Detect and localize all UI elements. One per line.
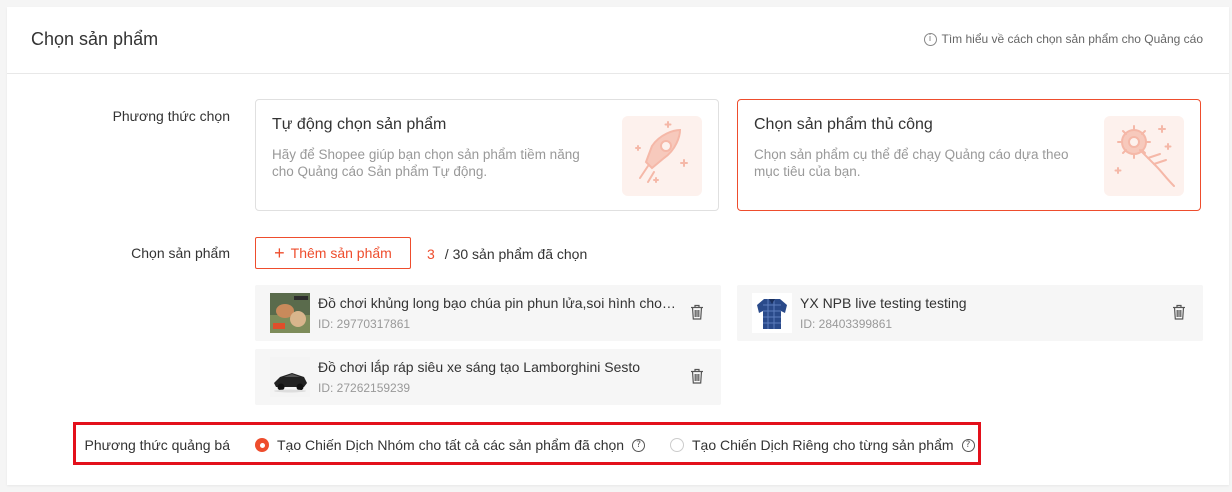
- product-id: ID: 29770317861: [318, 317, 411, 331]
- manual-select-option[interactable]: Chọn sản phẩm thủ công Chọn sản phẩm cụ …: [737, 99, 1201, 211]
- product-thumbnail: [270, 293, 310, 333]
- product-id: ID: 27262159239: [318, 381, 411, 395]
- product-item: Đồ chơi khủng long bạo chúa pin phun lửa…: [255, 285, 721, 341]
- selected-count: 3 / 30 sản phẩm đã chọn: [427, 246, 587, 262]
- manual-select-description: Chọn sản phẩm cụ thể để chạy Quảng cáo d…: [754, 147, 1069, 179]
- radio-selected[interactable]: [255, 438, 269, 452]
- gear-hand-icon: [1104, 116, 1184, 196]
- manual-select-title: Chọn sản phẩm thủ công: [754, 116, 933, 133]
- product-thumbnail: [270, 357, 310, 397]
- product-id: ID: 28403399861: [800, 317, 893, 331]
- question-icon[interactable]: ?: [632, 438, 646, 452]
- product-name: Đồ chơi lắp ráp siêu xe sáng tạo Lamborg…: [318, 359, 641, 375]
- product-name: YX NPB live testing testing: [800, 295, 967, 311]
- individual-campaign-label: Tạo Chiến Dịch Riêng cho từng sản phẩm: [692, 437, 954, 453]
- delete-icon[interactable]: [1172, 304, 1186, 320]
- individual-campaign-option[interactable]: Tạo Chiến Dịch Riêng cho từng sản phẩm ?: [670, 437, 975, 453]
- help-link-text[interactable]: Tìm hiểu về cách chọn sản phẩm cho Quảng…: [942, 32, 1204, 46]
- help-link[interactable]: i Tìm hiểu về cách chọn sản phẩm cho Quả…: [923, 32, 1204, 46]
- card-header: Chọn sản phẩm i Tìm hiểu về cách chọn sả…: [7, 7, 1229, 74]
- rocket-icon: [622, 116, 702, 196]
- auto-select-title: Tự động chọn sản phẩm: [272, 116, 447, 133]
- add-product-button[interactable]: + Thêm sản phẩm: [255, 237, 411, 269]
- info-icon: i: [923, 32, 937, 46]
- add-product-label: Thêm sản phẩm: [290, 245, 392, 261]
- selection-method-label: Phương thức chọn: [112, 108, 230, 124]
- product-item: Đồ chơi lắp ráp siêu xe sáng tạo Lamborg…: [255, 349, 721, 405]
- product-thumbnail: [752, 293, 792, 333]
- delete-icon[interactable]: [690, 368, 704, 384]
- product-item: YX NPB live testing testing ID: 28403399…: [737, 285, 1203, 341]
- selected-count-max: / 30 sản phẩm đã chọn: [444, 246, 588, 262]
- plus-icon: +: [274, 243, 285, 263]
- question-icon[interactable]: ?: [961, 438, 975, 452]
- radio-unselected[interactable]: [670, 438, 684, 452]
- delete-icon[interactable]: [690, 304, 704, 320]
- auto-select-description: Hãy để Shopee giúp bạn chọn sản phẩm tiề…: [272, 147, 580, 179]
- product-name: Đồ chơi khủng long bạo chúa pin phun lửa…: [318, 295, 678, 311]
- page-title: Chọn sản phẩm: [31, 29, 159, 49]
- group-campaign-label: Tạo Chiến Dịch Nhóm cho tất cả các sản p…: [277, 437, 625, 453]
- group-campaign-option[interactable]: Tạo Chiến Dịch Nhóm cho tất cả các sản p…: [255, 437, 646, 453]
- product-select-label: Chọn sản phẩm: [131, 245, 230, 261]
- selected-count-number: 3: [427, 246, 435, 262]
- auto-select-option[interactable]: Tự động chọn sản phẩm Hãy để Shopee giúp…: [255, 99, 719, 211]
- promotion-method-label: Phương thức quảng bá: [84, 437, 230, 453]
